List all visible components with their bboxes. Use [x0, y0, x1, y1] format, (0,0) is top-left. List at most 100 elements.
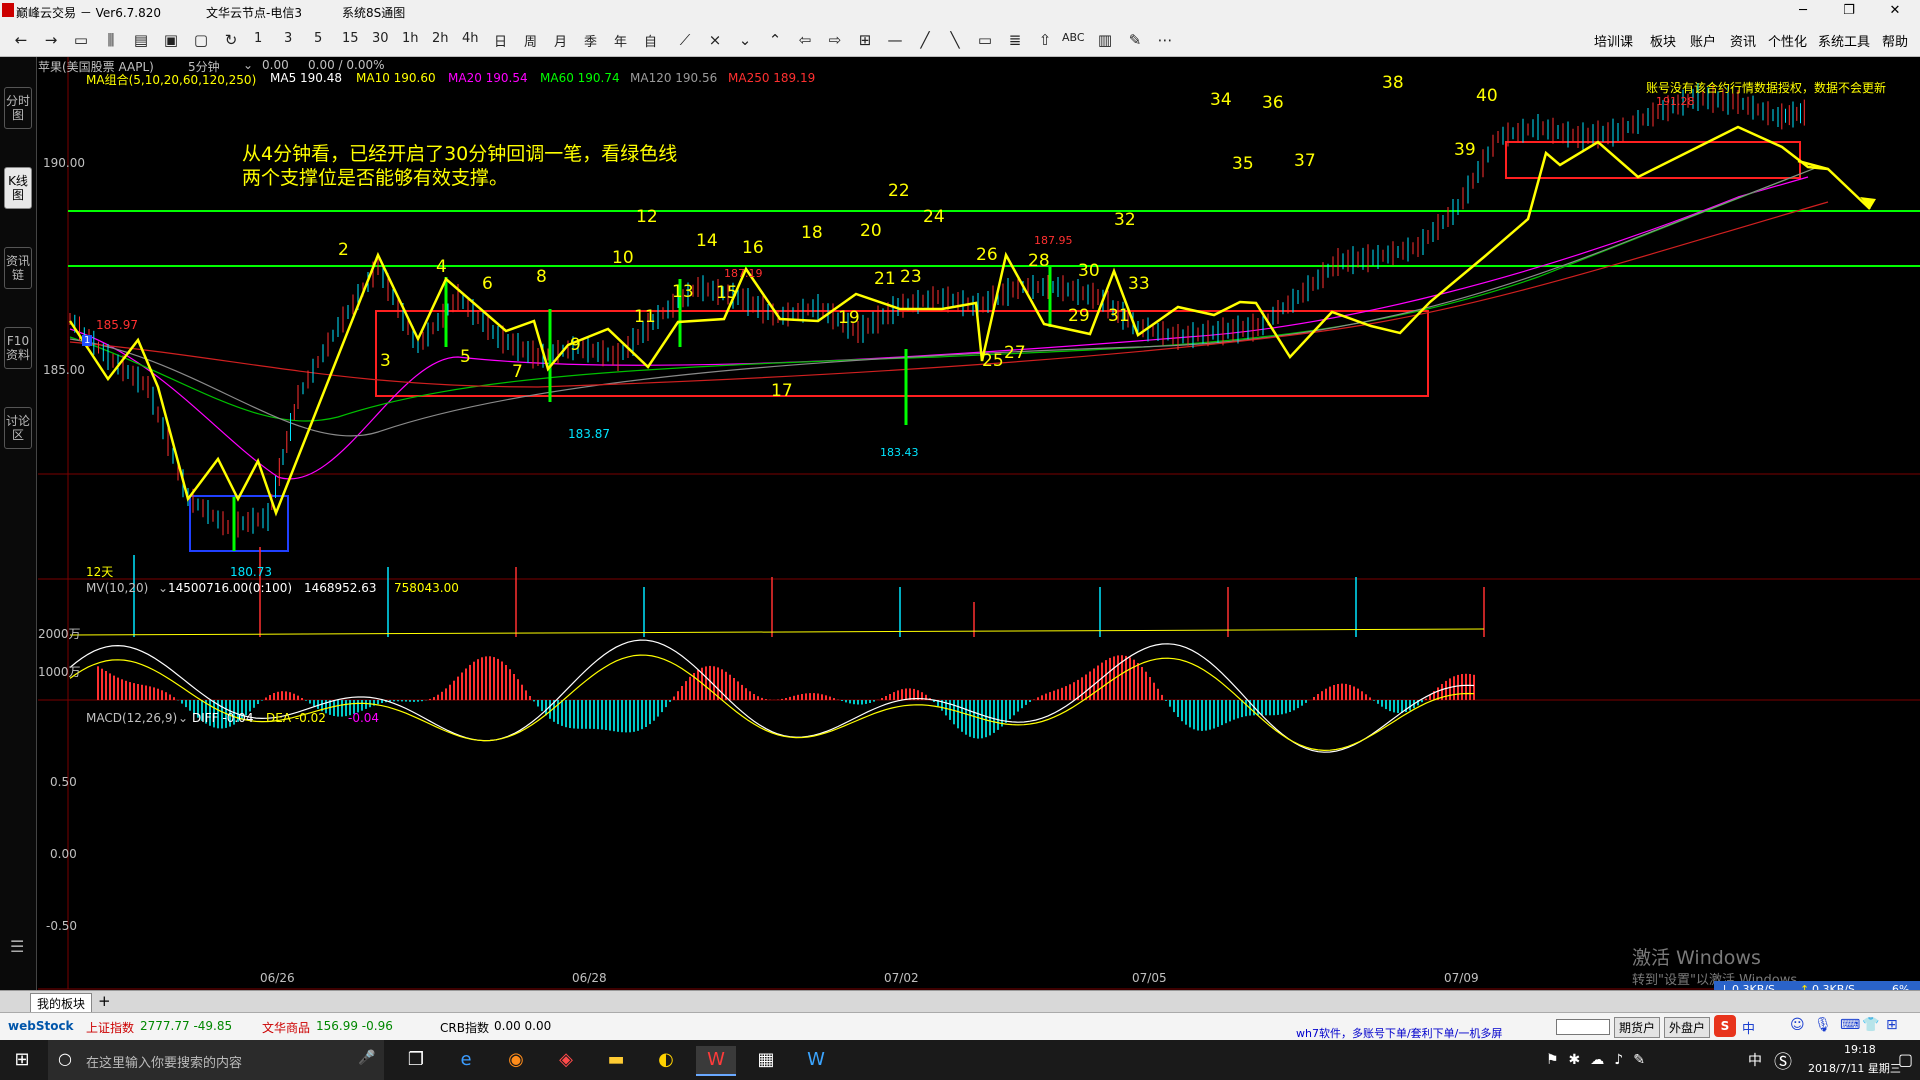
period-5[interactable]: 5	[314, 31, 322, 46]
ime-mode[interactable]: 中	[1742, 1018, 1755, 1037]
layout-icon[interactable]: ▣	[158, 30, 184, 50]
annotation-line1: 从4分钟看，已经开启了30分钟回调一笔，看绿色线	[242, 143, 678, 165]
apps-grid-icon[interactable]: ⊞	[1886, 1017, 1898, 1033]
chevron-down-icon[interactable]: ⌄	[158, 581, 168, 595]
period-1[interactable]: 1	[254, 31, 262, 46]
period-year[interactable]: 年	[614, 31, 627, 50]
save-icon[interactable]: ▢	[188, 30, 214, 50]
tray-icons[interactable]: ⚑✱☁♪✎	[1546, 1052, 1655, 1068]
menu-account[interactable]: 账户	[1690, 31, 1716, 50]
file-explorer-icon[interactable]: ▬	[596, 1046, 636, 1074]
system-menu[interactable]: 系统8S通图	[342, 4, 405, 21]
period-day[interactable]: 日	[494, 31, 507, 50]
period-week[interactable]: 周	[524, 31, 537, 50]
notification-icon[interactable]: ▢	[1898, 1050, 1913, 1069]
foreign-account-button[interactable]: 外盘户	[1664, 1017, 1711, 1038]
taskbar-ime[interactable]: 中	[1748, 1050, 1762, 1070]
chart-type-icon[interactable]: ▤	[128, 30, 154, 50]
price-marker: 1	[82, 335, 93, 346]
writer-app-icon[interactable]: W	[796, 1046, 836, 1074]
clock-time[interactable]: 19:18	[1844, 1043, 1876, 1056]
windows-start-icon[interactable]: ⊞	[2, 1046, 42, 1074]
browser-icon[interactable]: ◉	[496, 1046, 536, 1074]
ad-text[interactable]: wh7软件，多账号下单/套利下单/一机多屏	[1296, 1025, 1502, 1041]
index-wenhua-name[interactable]: 文华商品	[262, 1019, 310, 1036]
period-30[interactable]: 30	[372, 31, 389, 46]
tab-news-chain[interactable]: 资讯链	[4, 247, 32, 289]
menu-help[interactable]: 帮助	[1882, 31, 1908, 50]
macd-header[interactable]: MACD(12,26,9)	[86, 711, 177, 725]
period-3[interactable]: 3	[284, 31, 292, 46]
tab-my-sectors[interactable]: 我的板块	[30, 993, 93, 1014]
pen-icon[interactable]: ✎	[1122, 30, 1148, 50]
microphone-icon[interactable]: 🎤	[358, 1050, 375, 1066]
period-4h[interactable]: 4h	[462, 31, 479, 46]
menu-system-tools[interactable]: 系统工具	[1818, 31, 1870, 50]
trendline-icon[interactable]: ╱	[912, 30, 938, 50]
period-2h[interactable]: 2h	[432, 31, 449, 46]
grid-icon[interactable]: ⊞	[852, 30, 878, 50]
chevron-down-icon[interactable]: ⌄	[243, 58, 253, 72]
edge-icon[interactable]: e	[446, 1046, 486, 1074]
menu-sector[interactable]: 板块	[1650, 31, 1676, 50]
tab-f10[interactable]: F10资料	[4, 327, 32, 369]
list-icon[interactable]: ☰	[10, 937, 24, 956]
menu-personalize[interactable]: 个性化	[1768, 31, 1807, 50]
ma-group-label[interactable]: MA组合(5,10,20,60,120,250)	[86, 71, 256, 88]
candle-icon[interactable]: ⫼	[98, 30, 124, 50]
period-15[interactable]: 15	[342, 31, 359, 46]
rect-icon[interactable]: ▭	[972, 30, 998, 50]
close-button[interactable]: ✕	[1872, 0, 1918, 22]
ray-icon[interactable]: ╲	[942, 30, 968, 50]
keyboard-icon[interactable]: ⌨	[1840, 1017, 1860, 1033]
futures-account-button[interactable]: 期货户	[1614, 1017, 1661, 1038]
tab-discussion[interactable]: 讨论区	[4, 407, 32, 449]
index-shanghai-name[interactable]: 上证指数	[86, 1019, 134, 1036]
draw-left-arrow-icon[interactable]: ⇦	[792, 30, 818, 50]
skin-icon[interactable]: 👕	[1862, 1017, 1879, 1033]
calculator-icon[interactable]: ▦	[746, 1046, 786, 1074]
period-1h[interactable]: 1h	[402, 31, 419, 46]
clock-date[interactable]: 2018/7/11 星期三	[1808, 1060, 1901, 1076]
server-label[interactable]: 文华云节点-电信3	[206, 4, 302, 21]
up-arrow-icon[interactable]: ⇧	[1032, 30, 1058, 50]
back-arrow-icon[interactable]: ←	[8, 30, 34, 50]
menu-training[interactable]: 培训课	[1594, 31, 1633, 50]
emoji-icon[interactable]: ☺	[1790, 1017, 1805, 1033]
period-custom[interactable]: 自	[644, 31, 657, 50]
task-view-icon[interactable]: ❐	[396, 1046, 436, 1074]
sogou-icon[interactable]: S	[1714, 1015, 1736, 1037]
text-tool[interactable]: ABC	[1062, 31, 1085, 44]
draw-cross-icon[interactable]: ⨯	[702, 30, 728, 50]
add-tab-button[interactable]: +	[98, 992, 111, 1010]
chevron-down-icon[interactable]: ⌄	[178, 711, 188, 725]
period-month[interactable]: 月	[554, 31, 567, 50]
minimize-button[interactable]: ─	[1780, 0, 1826, 22]
forward-arrow-icon[interactable]: →	[38, 30, 64, 50]
menu-news[interactable]: 资讯	[1730, 31, 1756, 50]
wenhua-app-icon[interactable]: W	[696, 1046, 736, 1076]
tab-intraday[interactable]: 分时图	[4, 87, 32, 129]
chat-app-icon[interactable]: ◐	[646, 1046, 686, 1074]
security-app-icon[interactable]: ◈	[546, 1046, 586, 1074]
sogou-tray-icon[interactable]: Ⓢ	[1774, 1048, 1792, 1074]
draw-right-arrow-icon[interactable]: ⇨	[822, 30, 848, 50]
draw-chevron-up-icon[interactable]: ⌃	[762, 30, 788, 50]
mic-icon[interactable]: 🎙	[1814, 1017, 1832, 1033]
index-crb-name[interactable]: CRB指数	[440, 1019, 489, 1036]
taskbar-search-box[interactable]: ○ 在这里输入你要搜索的内容 🎤	[48, 1040, 384, 1080]
fill-icon[interactable]: ▥	[1092, 30, 1118, 50]
window-icon[interactable]: ▭	[68, 30, 94, 50]
restore-button[interactable]: ❐	[1826, 0, 1872, 22]
fib-icon[interactable]: ≣	[1002, 30, 1028, 50]
period-quarter[interactable]: 季	[584, 31, 597, 50]
tab-kline[interactable]: K线图	[4, 167, 32, 209]
draw-line-icon[interactable]: ⟋	[672, 30, 698, 50]
hline-icon[interactable]: —	[882, 30, 908, 50]
more-icon[interactable]: ⋯	[1152, 30, 1178, 50]
volume-header[interactable]: MV(10,20)	[86, 581, 148, 595]
account-input[interactable]	[1556, 1019, 1610, 1035]
draw-chevron-down-icon[interactable]: ⌄	[732, 30, 758, 50]
chart-area[interactable]: 苹果(美国股票 AAPL) 5分钟 ⌄ 0.00 0.00 / 0.00% MA…	[38, 57, 1920, 1005]
refresh-icon[interactable]: ↻	[218, 30, 244, 50]
